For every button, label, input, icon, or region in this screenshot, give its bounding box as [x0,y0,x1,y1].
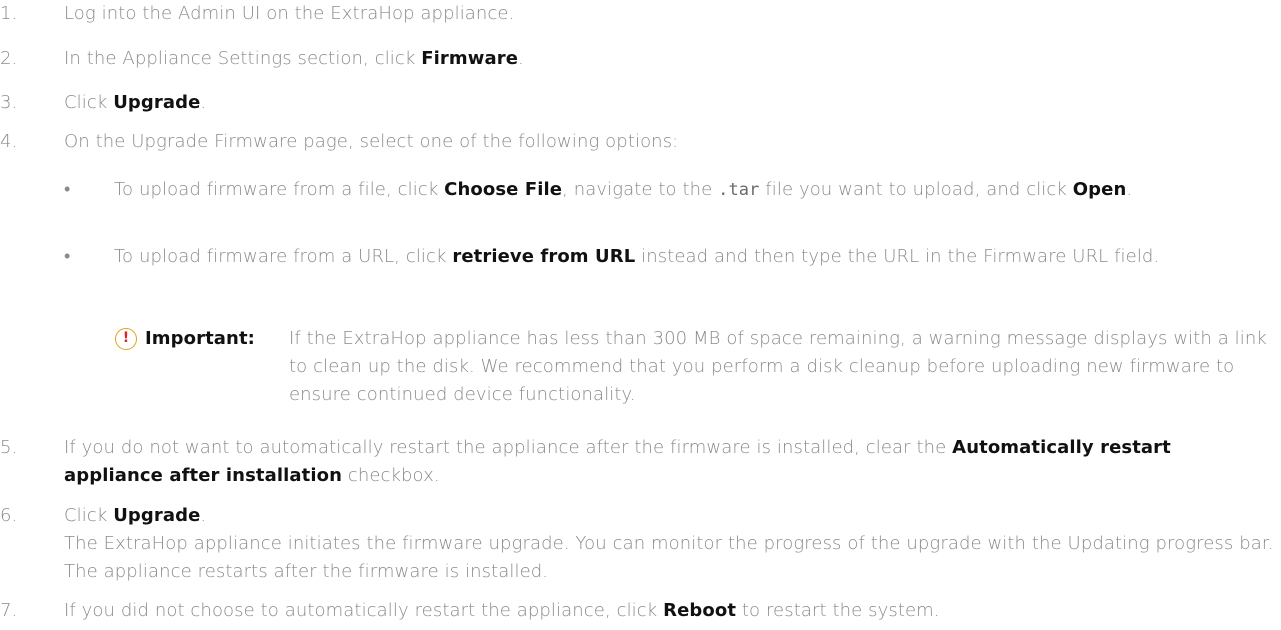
step-number: 4. [0,131,18,152]
note-label: Important: [145,328,255,349]
text-run: instead and then type the URL in the Fir… [635,246,1160,267]
text-run: . [1126,179,1133,200]
option-text: To upload firmware from a URL, click ret… [114,243,1275,271]
ui-term: retrieve from URL [452,246,636,267]
step-text: Log into the Admin UI on the ExtraHop ap… [64,0,1275,28]
step-text: If you do not want to automatically rest… [64,434,1205,490]
step-number: 2. [0,48,18,69]
step-text: If you did not choose to automatically r… [64,597,1275,625]
ui-term: Reboot [663,600,737,621]
text-run: If you did not choose to automatically r… [64,600,664,621]
option-text: To upload firmware from a file, click Ch… [114,176,1275,204]
text-run: In the Appliance Settings section, click [64,48,422,69]
note-text: If the ExtraHop appliance has less than … [289,328,1267,405]
file-extension: .tar [718,180,760,200]
ui-term: Upgrade [113,92,201,113]
important-icon: ! [115,328,137,350]
text-run: Log into the Admin UI on the ExtraHop ap… [64,3,515,24]
step-number: 1. [0,3,18,24]
bullet-icon: • [64,179,71,200]
step-text: On the Upgrade Firmware page, select one… [64,128,1275,156]
step-number: 7. [0,600,18,621]
text-run: checkbox. [342,465,440,486]
text-run: , navigate to the [562,179,719,200]
step-result: The ExtraHop appliance initiates the fir… [64,533,1274,582]
ui-term: Open [1072,179,1127,200]
text-run: If you do not want to automatically rest… [64,437,953,458]
bullet-icon: • [64,246,71,267]
step-number: 6. [0,505,18,526]
step-text: Click Upgrade. [64,89,1275,117]
text-run: To upload firmware from a file, click [114,179,445,200]
text-run: . [200,505,207,526]
step-number: 3. [0,92,18,113]
text-run: file you want to upload, and click [759,179,1073,200]
step-text: Click Upgrade. [64,502,1275,530]
text-run: To upload firmware from a URL, click [114,246,453,267]
text-run: Click [64,92,114,113]
step-number: 5. [0,437,18,458]
text-run: . [518,48,524,69]
step-text: In the Appliance Settings section, click… [64,45,1275,73]
text-run: to restart the system. [736,600,940,621]
ui-term: Firmware [421,48,519,69]
text-run: Click [64,505,114,526]
ui-term: Choose File [444,179,563,200]
text-run: On the Upgrade Firmware page, select one… [64,131,679,152]
ui-term: Upgrade [113,505,201,526]
text-run: . [200,92,207,113]
